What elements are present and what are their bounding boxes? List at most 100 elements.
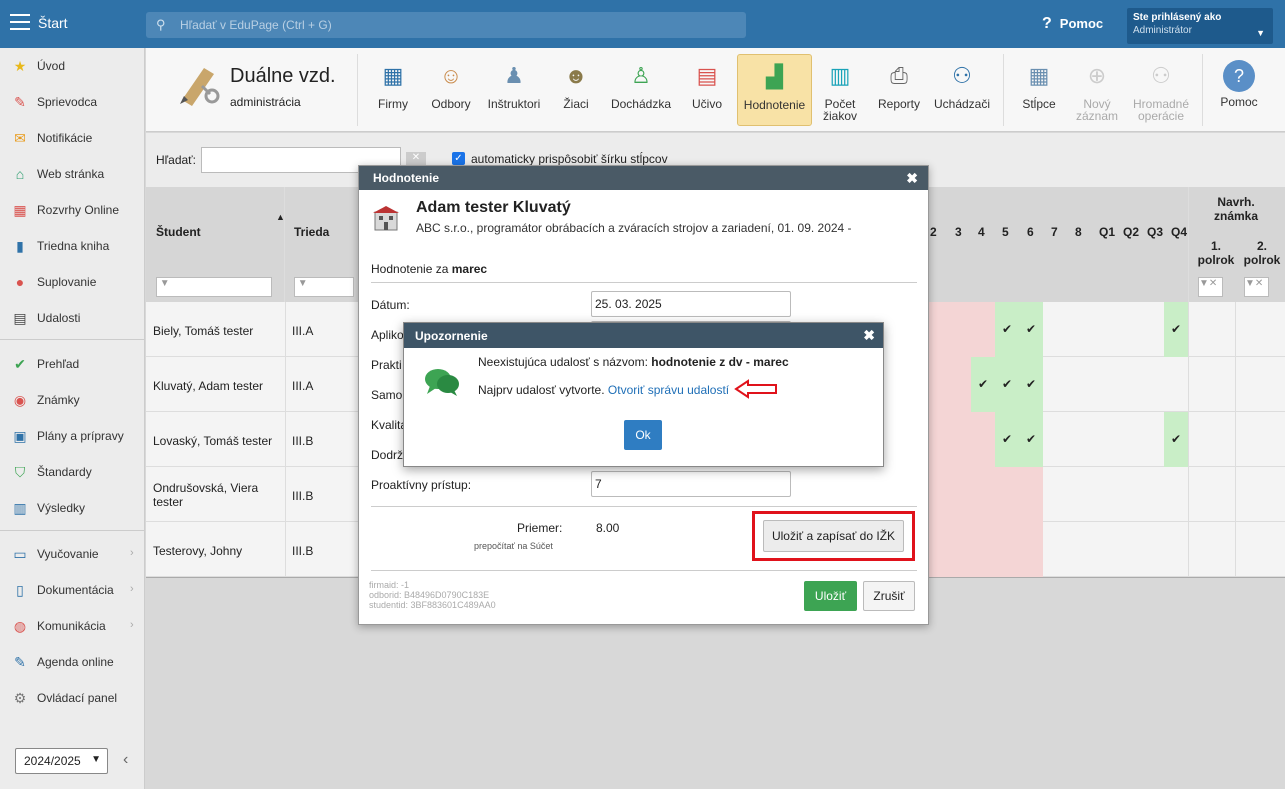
semester1-filter[interactable]: ▼✕ [1198, 277, 1223, 297]
tab-ziaci[interactable]: ☻ Žiaci [551, 54, 601, 126]
user-menu[interactable]: Ste prihlásený ako Administrátor ▼ [1127, 8, 1273, 44]
sidebar-item-triedna-kniha[interactable]: ▮ Triedna kniha [0, 232, 145, 260]
sidebar-item-suplovanie[interactable]: ● Suplovanie [0, 268, 145, 296]
grade-cell [929, 467, 1043, 522]
date-field[interactable]: 25. 03. 2025 [591, 291, 791, 317]
tab-label: Uchádzači [933, 97, 991, 111]
save-and-write-button[interactable]: Uložiť a zapísať do IŽK [763, 520, 904, 552]
sidebar-item-rozvrhy[interactable]: ▦ Rozvrhy Online [0, 196, 145, 224]
cancel-button[interactable]: Zrušiť [863, 581, 915, 611]
tab-firmy[interactable]: ▦ Firmy [369, 54, 417, 126]
student-cell: Ondrušovská, Viera tester [153, 481, 259, 509]
average-label: Priemer: [517, 521, 563, 535]
tab-uchadzaci[interactable]: ⚇ Uchádzači [932, 54, 992, 126]
sidebar-item-label: Udalosti [37, 311, 81, 325]
recalculate-link[interactable]: prepočítať na Súčet [474, 541, 553, 551]
proactive-field[interactable]: 7 [591, 471, 791, 497]
sidebar-item-ovladaci-panel[interactable]: ⚙ Ovládací panel [0, 684, 145, 712]
dual-education-logo [180, 68, 220, 106]
chevron-right-icon: › [130, 547, 134, 559]
check-icon: ✔ [1170, 432, 1182, 446]
grade-cell [929, 412, 995, 467]
sidebar-item-sprievodca[interactable]: ✎ Sprievodca [0, 88, 145, 116]
sidebar-item-znamky[interactable]: ◉ Známky [0, 386, 145, 414]
week-col-2: 2 [930, 225, 937, 239]
building-icon: ▦ [382, 63, 404, 88]
class-filter[interactable]: ▼ [294, 277, 354, 297]
sidebar-item-label: Rozvrhy Online [37, 203, 120, 217]
bulk-operations-button[interactable]: ⚇ Hromadné operácie [1131, 54, 1191, 126]
tab-odbory[interactable]: ☺ Odbory [426, 54, 476, 126]
sidebar-divider [0, 530, 145, 531]
field-label-prakticke: Prakti [371, 358, 402, 372]
field-label-samostatnost: Samo [371, 388, 403, 402]
close-icon[interactable]: ✖ [863, 327, 875, 344]
menu-icon[interactable] [10, 14, 30, 30]
grade-icon: ◉ [13, 392, 27, 408]
sidebar-item-vyucovanie[interactable]: ▭ Vyučovanie › [0, 540, 145, 568]
sidebar-item-notifikacie[interactable]: ✉ Notifikácie [0, 124, 145, 152]
tab-label: Dochádzka [610, 97, 672, 111]
column-class[interactable]: Trieda [294, 225, 329, 239]
columns-button[interactable]: ▦ Stĺpce [1015, 54, 1063, 126]
grade-cell [929, 357, 971, 412]
sidebar-item-udalosti[interactable]: ▤ Udalosti [0, 304, 145, 332]
dialog-title: Hodnotenie [373, 171, 439, 185]
auto-width-checkbox[interactable]: ✓ [452, 152, 465, 165]
tab-hodnotenie[interactable]: ▟ Hodnotenie [737, 54, 812, 126]
tab-dochadzka[interactable]: ♙ Dochádzka [608, 54, 674, 126]
tab-instruktori[interactable]: ♟ Inštruktori [484, 54, 544, 126]
sidebar-item-label: Agenda online [37, 655, 114, 669]
sidebar: ★ Úvod ✎ Sprievodca ✉ Notifikácie ⌂ Web strá… [0, 48, 145, 789]
toolbar-divider [1003, 54, 1004, 126]
sidebar-item-komunikacia[interactable]: ◍ Komunikácia › [0, 612, 145, 640]
chevron-down-icon: ▼ [91, 754, 101, 765]
user-line1: Ste prihlásený ako [1133, 12, 1222, 23]
top-bar: Štart ⚲ Hľadať v EduPage (Ctrl + G) ? Pom… [0, 0, 1285, 48]
sidebar-item-web[interactable]: ⌂ Web stránka [0, 160, 145, 188]
sidebar-item-uvod[interactable]: ★ Úvod [0, 52, 145, 80]
sidebar-item-label: Plány a prípravy [37, 429, 124, 443]
class-cell: III.B [292, 544, 314, 558]
sidebar-item-agenda[interactable]: ✎ Agenda online [0, 648, 145, 676]
tab-label: Firmy [378, 97, 408, 111]
sidebar-item-label: Suplovanie [37, 275, 97, 289]
tab-pocet-ziakov[interactable]: ▥ Počet žiakov [818, 54, 862, 126]
help-link[interactable]: ? Pomoc [1042, 15, 1103, 33]
period-value: marec [451, 262, 488, 276]
sidebar-item-label: Štandardy [37, 465, 92, 479]
check-icon: ✔ [1025, 377, 1037, 391]
week-col-7: 7 [1051, 225, 1058, 239]
sidebar-item-dokumentacia[interactable]: ▯ Dokumentácia › [0, 576, 145, 604]
week-col-q3: Q3 [1147, 225, 1164, 239]
column-divider [1188, 187, 1189, 302]
start-link[interactable]: Štart [38, 15, 68, 31]
sidebar-item-plany[interactable]: ▣ Plány a prípravy [0, 422, 145, 450]
save-button[interactable]: Uložiť [804, 581, 857, 611]
tab-label: Učivo [691, 97, 722, 111]
check-icon: ✔ [1170, 322, 1182, 336]
new-record-button[interactable]: ⊕ Nový záznam [1072, 54, 1122, 126]
tab-label: Nový záznam [1075, 97, 1119, 123]
column-student[interactable]: Študent [156, 225, 201, 239]
student-cell: Kluvatý, Adam tester [153, 379, 264, 393]
semester2-filter[interactable]: ▼✕ [1244, 277, 1269, 297]
document-icon: ▯ [16, 582, 24, 598]
toolbar-divider [1202, 54, 1203, 126]
chevron-right-icon: › [130, 583, 134, 595]
tab-reporty[interactable]: ⎙ Reporty [874, 54, 924, 126]
search-input[interactable]: ⚲ Hľadať v EduPage (Ctrl + G) [146, 12, 746, 38]
close-icon[interactable]: ✖ [906, 170, 918, 187]
help-button[interactable]: ? Pomoc [1214, 54, 1264, 126]
sidebar-item-standardy[interactable]: ⛉ Štandardy [0, 458, 145, 486]
sidebar-item-prehlad[interactable]: ✔ Prehľad [0, 350, 145, 378]
tab-ucivo[interactable]: ▤ Učivo [684, 54, 730, 126]
student-filter[interactable]: ▼ [156, 277, 272, 297]
collapse-sidebar-icon[interactable]: ‹ [123, 751, 128, 769]
sidebar-item-vysledky[interactable]: ▥ Výsledky [0, 494, 145, 522]
check-icon: ✔ [1025, 322, 1037, 336]
year-select[interactable]: 2024/2025 ▼ [15, 748, 108, 774]
wand-icon: ✎ [14, 94, 26, 110]
open-events-link[interactable]: Otvoriť správu udalostí [608, 383, 729, 397]
ok-button[interactable]: Ok [624, 420, 662, 450]
